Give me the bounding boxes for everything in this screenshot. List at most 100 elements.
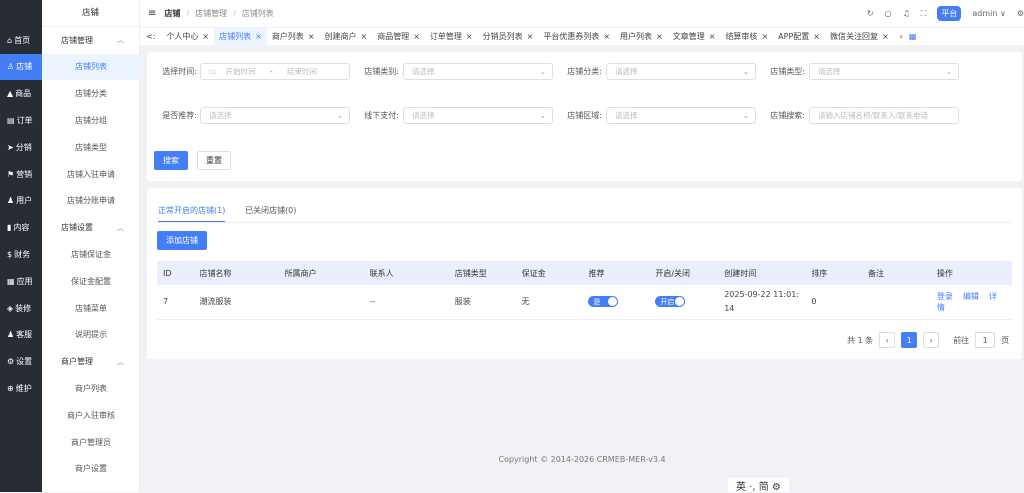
add-store-button[interactable]: 添加店铺 [157,231,207,250]
sidebar-item-1[interactable]: ♙ 店铺 [0,53,42,80]
submenu-item[interactable]: 保证金配置 [42,268,140,294]
date-range-input[interactable]: ▭ 开始时间 - 结束时间 [200,63,350,80]
category-select[interactable]: 请选择 ⌄ [403,63,553,80]
close-icon[interactable]: × [308,32,315,41]
submenu-item[interactable]: 商户入驻审核 [42,402,140,428]
type-select[interactable]: 请选择 ⌄ [809,63,959,80]
action-0[interactable]: 登录 [937,292,953,301]
close-icon[interactable]: × [882,32,889,41]
submenu-item[interactable]: 商户列表 [42,375,140,401]
open-toggle[interactable]: 开启 [655,296,686,308]
cell-created: 2025-09-22 11:01:14 [718,285,806,320]
tab-open-stores[interactable]: 正常开启的店铺(1) [158,205,226,223]
tabs-scroll-left-icon[interactable]: <: [140,32,161,41]
tab-item[interactable]: 个人中心 × [161,28,214,46]
tab-item[interactable]: 微信关注回复 × [825,28,894,46]
sidebar-item-9[interactable]: ▦ 应用 [0,268,42,294]
breadcrumb-1[interactable]: 店铺管理 [195,8,227,19]
refresh-icon[interactable]: ↻ [867,9,874,18]
sidebar-item-10[interactable]: ◈ 装修 [0,295,42,321]
sidebar-item-12[interactable]: ⚙ 设置 [0,349,42,375]
sidebar-item-4[interactable]: ➤ 分销 [0,134,42,160]
tab-item[interactable]: 店铺列表 × [214,27,267,46]
submenu-item[interactable]: 店铺菜单 [42,295,140,321]
close-icon[interactable]: × [603,32,610,41]
tabs-scroll-right-icon[interactable]: › [894,32,909,41]
prev-page-button[interactable]: ‹ [879,332,896,348]
sidebar-item-0[interactable]: ⌂ 首页 [0,27,42,53]
user-menu[interactable]: admin ∨ [972,9,1005,18]
sidebar-item-2[interactable]: ▲ 商品 [0,81,42,107]
store-search-input[interactable]: 请输入店铺名称/联系人/联系电话 [809,107,959,124]
submenu-label: 商户入驻审核 [67,410,115,420]
sidebar-item-3[interactable]: ▤ 订单 [0,107,42,133]
submenu-group[interactable]: 店铺设置 ︿ [42,215,140,241]
search-button[interactable]: 搜索 [154,151,188,170]
chevron-up-icon: ︿ [117,36,124,44]
tab-item[interactable]: APP配置 × [773,28,825,46]
recommend-toggle-label: 是 [593,297,601,306]
close-icon[interactable]: × [709,32,716,41]
menu-icon: ➤ [7,142,14,152]
sidebar-item-8[interactable]: $ 财务 [0,241,42,267]
sidebar-item-5[interactable]: ⚑ 营销 [0,161,42,187]
close-icon[interactable]: × [527,32,534,41]
action-1[interactable]: 编辑 [963,292,979,301]
submenu-group[interactable]: 商户管理 ︿ [42,349,140,375]
reset-button[interactable]: 重置 [197,151,231,170]
tab-item[interactable]: 商品管理 × [372,28,425,46]
tab-item[interactable]: 平台优惠券列表 × [538,28,615,46]
submenu-item[interactable]: 店铺分组 [42,107,140,133]
submenu-item[interactable]: 店铺保证金 [42,241,140,267]
close-icon[interactable]: × [202,32,209,41]
bell-icon[interactable]: ♫ [903,9,910,18]
tabs-grid-icon[interactable]: ▦ [909,32,917,41]
submenu-item[interactable]: 店铺类型 [42,134,140,160]
menu-toggle-icon[interactable]: ≡ [148,8,156,19]
close-icon[interactable]: × [466,32,473,41]
close-icon[interactable]: × [761,32,768,41]
recommend-toggle[interactable]: 是 [588,296,619,308]
language-toolbar[interactable]: 英 ·, 简 ⚙ [728,478,789,493]
page-1-button[interactable]: 1 [901,332,918,348]
submenu-item[interactable]: 商户设置 [42,456,140,482]
close-icon[interactable]: × [813,32,820,41]
recommend-select[interactable]: 请选择 ⌄ [200,107,350,124]
goto-page-input[interactable]: 1 [975,332,996,348]
search-icon[interactable]: ○ [885,9,892,18]
submenu-item[interactable]: 店铺入驻申请 [42,161,140,187]
copyright: Copyright © 2014-2026 CRMEB-MER-v3.4 [498,455,666,464]
settings-icon[interactable]: ⚙ [1017,9,1024,18]
sidebar-item-13[interactable]: ⊕ 维护 [0,375,42,401]
offline-pay-select[interactable]: 请选择 ⌄ [403,107,553,124]
region-select[interactable]: 请选择 ⌄ [606,107,756,124]
tab-item[interactable]: 用户列表 × [615,28,668,46]
submenu-item[interactable]: 店铺列表 [42,53,140,80]
next-page-button[interactable]: › [923,332,940,348]
tab-item[interactable]: 订单管理 × [425,28,478,46]
submenu-item[interactable]: 商户管理员 [42,429,140,455]
class-select[interactable]: 请选择 ⌄ [606,63,756,80]
sidebar-item-11[interactable]: ♟ 客服 [0,322,42,348]
fullscreen-icon[interactable]: ⛶ [921,9,927,19]
sidebar-item-6[interactable]: ♟ 用户 [0,188,42,214]
tab-closed-stores[interactable]: 已关闭店铺(0) [245,205,296,216]
tab-item[interactable]: 文章管理 × [668,28,721,46]
close-icon[interactable]: × [361,32,368,41]
filter-card: 选择时间: ▭ 开始时间 - 结束时间 店铺类别: 请选择 ⌄ 店铺分类: 请选择… [147,52,1022,181]
submenu-item[interactable]: 店铺分类 [42,81,140,107]
tab-item[interactable]: 结算审核 × [720,28,773,46]
tab-item[interactable]: 分销员列表 × [478,28,539,46]
tab-item[interactable]: 创建商户 × [320,28,373,46]
close-icon[interactable]: × [413,32,420,41]
column-header: 创建时间 [718,261,806,285]
submenu-item[interactable]: 店铺分账申请 [42,188,140,214]
submenu-group[interactable]: 店铺管理 ︿ [42,27,140,53]
tab-item[interactable]: 商户列表 × [267,28,320,46]
platform-badge[interactable]: 平台 [937,6,962,21]
close-icon[interactable]: × [656,32,663,41]
submenu-label: 说明提示 [75,330,107,340]
sidebar-item-7[interactable]: ▮ 内容 [0,215,42,241]
close-icon[interactable]: × [255,32,262,41]
submenu-item[interactable]: 说明提示 [42,322,140,348]
